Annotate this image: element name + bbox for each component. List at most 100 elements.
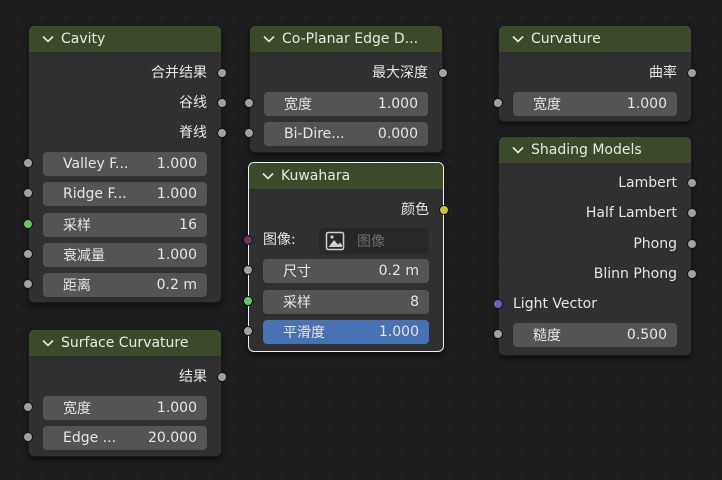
node-curvature[interactable]: Curvature 曲率 宽度 1.000 — [493, 25, 697, 122]
field-label: 宽度 — [533, 97, 561, 113]
output-row: 颜色 — [249, 198, 449, 222]
samples-field[interactable]: 采样 8 — [263, 290, 429, 314]
output-socket[interactable] — [217, 372, 227, 382]
field-value: 1.000 — [626, 96, 667, 112]
input-socket[interactable] — [244, 128, 254, 138]
node-title: Co-Planar Edge D... — [282, 31, 419, 47]
input-row: 宽度 1.000 — [493, 91, 691, 116]
input-row: 平滑度 1.000 — [243, 319, 443, 344]
field-label: 尺寸 — [283, 264, 311, 280]
roughness-field[interactable]: 糙度 0.500 — [513, 323, 677, 347]
input-row: 采样 16 — [23, 212, 221, 237]
output-socket[interactable] — [438, 68, 448, 78]
chevron-down-icon[interactable] — [262, 32, 276, 46]
width-field[interactable]: 宽度 1.000 — [264, 92, 428, 116]
output-socket[interactable] — [687, 68, 697, 78]
valley-factor-field[interactable]: Valley F... 1.000 — [43, 152, 207, 176]
field-value: 1.000 — [377, 96, 418, 112]
distance-field[interactable]: 距离 0.2 m — [43, 273, 207, 297]
output-socket[interactable] — [687, 178, 697, 188]
node-title: Shading Models — [531, 142, 642, 158]
output-label: 颜色 — [401, 202, 429, 218]
field-value: 0.500 — [626, 327, 667, 343]
falloff-field[interactable]: 衰减量 1.000 — [43, 243, 207, 267]
input-socket[interactable] — [23, 402, 33, 412]
node-header-shading-models[interactable]: Shading Models — [499, 137, 691, 163]
chevron-down-icon[interactable] — [41, 32, 55, 46]
field-label: 平滑度 — [283, 325, 325, 341]
input-socket[interactable] — [493, 299, 503, 309]
output-row: 结果 — [29, 365, 227, 389]
field-label: 糙度 — [533, 328, 561, 344]
node-coplanar-edge[interactable]: Co-Planar Edge D... 最大深度 宽度 1.000 Bi-Dir… — [244, 25, 448, 153]
output-label: 最大深度 — [372, 65, 428, 81]
input-row: 宽度 1.000 — [23, 395, 221, 420]
input-socket[interactable] — [23, 249, 33, 259]
output-row: 曲率 — [499, 61, 697, 85]
node-header-curvature[interactable]: Curvature — [499, 26, 691, 52]
light-vector-label: Light Vector — [513, 296, 597, 312]
field-label: 距离 — [63, 278, 91, 294]
field-value: 20.000 — [148, 430, 197, 446]
output-label: 曲率 — [649, 65, 677, 81]
node-title: Surface Curvature — [61, 335, 189, 351]
chevron-down-icon[interactable] — [41, 336, 55, 350]
field-label: Bi-Dire... — [284, 126, 345, 142]
edge-field[interactable]: Edge ... 20.000 — [43, 426, 207, 450]
field-value: 0.000 — [377, 126, 418, 142]
output-socket[interactable] — [687, 239, 697, 249]
output-socket[interactable] — [217, 68, 227, 78]
ridge-factor-field[interactable]: Ridge F... 1.000 — [43, 182, 207, 206]
input-socket[interactable] — [243, 326, 253, 336]
bidirectional-field[interactable]: Bi-Dire... 0.000 — [264, 122, 428, 146]
output-label: 脊线 — [179, 125, 207, 141]
output-socket[interactable] — [687, 208, 697, 218]
input-socket[interactable] — [243, 235, 253, 245]
input-socket[interactable] — [23, 158, 33, 168]
output-socket[interactable] — [439, 205, 449, 215]
field-value: 1.000 — [156, 400, 197, 416]
field-label: Valley F... — [63, 156, 129, 172]
input-socket[interactable] — [243, 296, 253, 306]
output-label: Half Lambert — [585, 205, 677, 221]
input-socket[interactable] — [23, 219, 33, 229]
input-row: 采样 8 — [243, 289, 443, 314]
output-socket[interactable] — [217, 98, 227, 108]
field-label: Ridge F... — [63, 186, 127, 202]
chevron-down-icon[interactable] — [511, 143, 525, 157]
output-socket[interactable] — [687, 269, 697, 279]
output-row: Lambert — [499, 171, 697, 195]
input-socket[interactable] — [23, 432, 33, 442]
input-row: Valley F... 1.000 — [23, 151, 221, 176]
node-surface-curvature[interactable]: Surface Curvature 结果 宽度 1.000 Edge ... 2… — [23, 329, 227, 457]
output-label: Lambert — [618, 175, 677, 191]
node-header-coplanar-edge[interactable]: Co-Planar Edge D... — [250, 26, 442, 52]
input-row: 距离 0.2 m — [23, 272, 221, 297]
node-header-surface-curvature[interactable]: Surface Curvature — [29, 330, 221, 356]
input-socket[interactable] — [244, 98, 254, 108]
smoothness-field[interactable]: 平滑度 1.000 — [263, 320, 429, 344]
input-socket[interactable] — [493, 329, 503, 339]
node-shading-models[interactable]: Shading Models Lambert Half Lambert Phon… — [493, 136, 697, 356]
node-title: Kuwahara — [281, 168, 351, 184]
node-kuwahara[interactable]: Kuwahara 颜色 图像: 图像 尺寸 0.2 m 采样 8 平滑度 1.0… — [243, 162, 449, 352]
size-field[interactable]: 尺寸 0.2 m — [263, 259, 429, 283]
image-selector[interactable]: 图像 — [319, 228, 429, 254]
input-socket[interactable] — [493, 98, 503, 108]
width-field[interactable]: 宽度 1.000 — [43, 396, 207, 420]
width-field[interactable]: 宽度 1.000 — [513, 92, 677, 116]
input-socket[interactable] — [23, 188, 33, 198]
input-socket[interactable] — [243, 265, 253, 275]
input-socket[interactable] — [23, 279, 33, 289]
output-socket[interactable] — [217, 128, 227, 138]
node-header-cavity[interactable]: Cavity — [29, 26, 221, 52]
node-cavity[interactable]: Cavity 合并结果 谷线 脊线 Valley F... 1.000 Ridg… — [23, 25, 227, 303]
node-header-kuwahara[interactable]: Kuwahara — [249, 163, 443, 189]
samples-field[interactable]: 采样 16 — [43, 213, 207, 237]
chevron-down-icon[interactable] — [511, 32, 525, 46]
chevron-down-icon[interactable] — [261, 169, 275, 183]
field-value: 0.2 m — [156, 277, 197, 293]
output-row: 谷线 — [29, 91, 227, 115]
output-label: 合并结果 — [151, 65, 207, 81]
field-label: 采样 — [63, 218, 91, 234]
